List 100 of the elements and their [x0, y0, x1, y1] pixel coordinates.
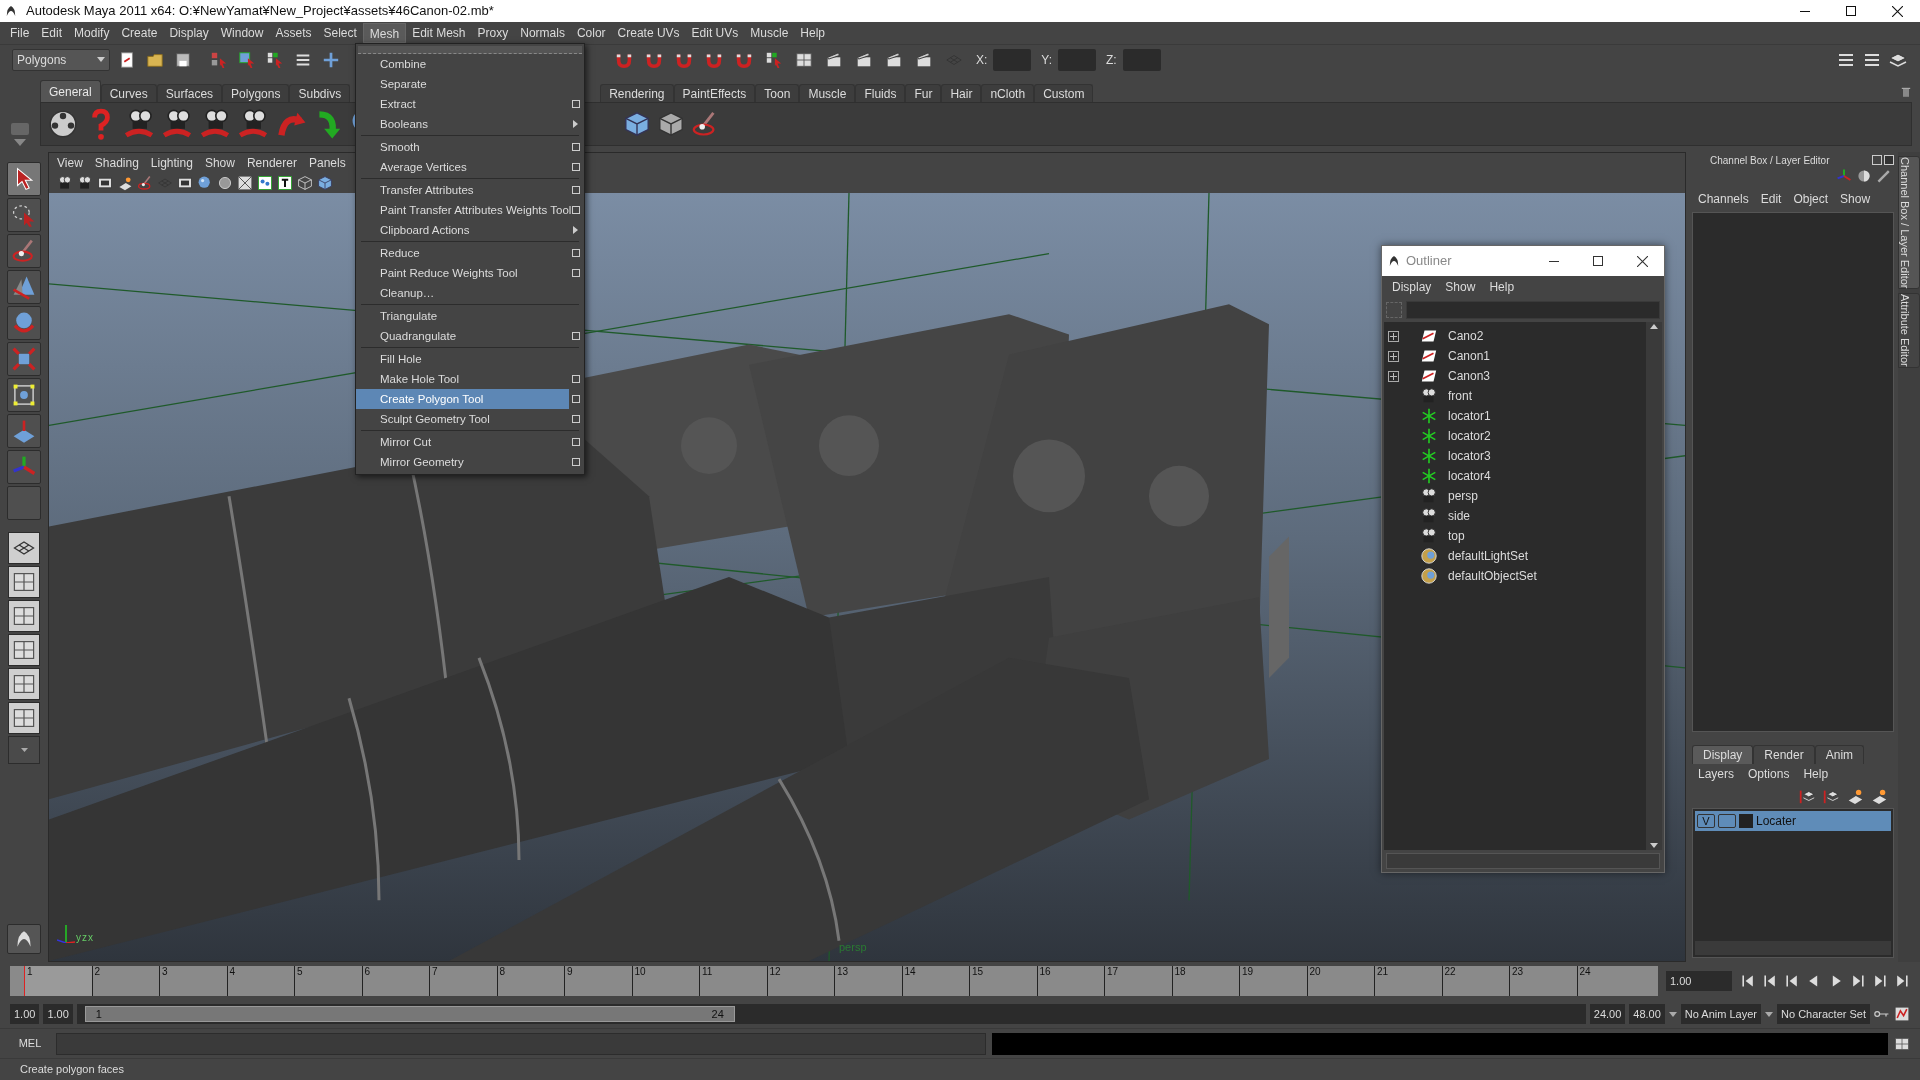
new-layer-selected-icon[interactable]	[1870, 787, 1888, 805]
layer-menu-item[interactable]: Layers	[1698, 765, 1735, 783]
step-back-frame-icon[interactable]	[1784, 973, 1800, 989]
select-tool-button[interactable]	[7, 162, 41, 196]
menu-item[interactable]: Clipboard Actions	[356, 220, 569, 240]
panel-menu-item[interactable]: View	[57, 154, 83, 172]
outliner-item[interactable]: locator4	[1448, 467, 1491, 485]
show-manipulator-button[interactable]	[7, 450, 41, 484]
option-box[interactable]	[572, 186, 580, 194]
menu-item[interactable]: Average Vertices	[356, 157, 569, 177]
option-box[interactable]	[572, 332, 580, 340]
channel-menu-item[interactable]: Channels	[1698, 190, 1749, 208]
panel-menu-item[interactable]: Shading	[94, 154, 139, 172]
wireframe-cube-icon[interactable]	[297, 175, 313, 191]
camera-zoom-icon[interactable]	[237, 108, 269, 140]
shelf-tab[interactable]: Muscle	[799, 84, 856, 102]
outliner-item[interactable]: locator2	[1448, 427, 1491, 445]
scroll-down-icon[interactable]	[1650, 843, 1658, 848]
xray-icon[interactable]	[237, 175, 253, 191]
menu-item[interactable]: Smooth	[356, 137, 569, 157]
shelf-tab[interactable]: Curves	[100, 84, 157, 102]
menu-item[interactable]: Create	[115, 23, 164, 43]
playback-end-field[interactable]: 24.00	[1589, 1004, 1626, 1024]
expand-toggle[interactable]	[1388, 370, 1399, 382]
axes-icon[interactable]	[1836, 168, 1852, 184]
outliner-item[interactable]: defaultObjectSet	[1448, 567, 1537, 585]
lasso-tool-button[interactable]	[7, 198, 41, 232]
camera-move-icon[interactable]	[161, 108, 193, 140]
caret-icon[interactable]	[1765, 1011, 1773, 1017]
search-field[interactable]	[1406, 301, 1660, 319]
shelf-tab[interactable]: General	[40, 80, 101, 102]
ipr-render-icon[interactable]	[855, 50, 873, 69]
current-time-field[interactable]: 1.00	[1666, 971, 1732, 991]
cube-select-icon[interactable]	[623, 110, 651, 138]
shelf-tab[interactable]: Custom	[1034, 84, 1094, 102]
smooth-shade-icon[interactable]	[197, 175, 213, 191]
shaded-cube-icon[interactable]	[657, 110, 685, 138]
paint-select-tool-button[interactable]	[7, 234, 41, 268]
coordinate-field[interactable]	[1058, 48, 1097, 71]
shading-icon[interactable]	[1856, 168, 1872, 184]
mode-dropdown[interactable]: Polygons	[12, 48, 110, 71]
shaded-cube-icon[interactable]	[317, 175, 333, 191]
shelf-tab[interactable]: Subdivs	[289, 84, 351, 102]
graph-editor-layout-button[interactable]	[8, 634, 40, 666]
input-output-icon[interactable]	[765, 50, 783, 69]
horizontal-scrollbar[interactable]	[1386, 853, 1660, 869]
select-hierarchy-icon[interactable]	[210, 50, 228, 69]
menu-item[interactable]: Window	[214, 23, 270, 43]
shelf-tab[interactable]: PaintEffects	[673, 84, 756, 102]
go-to-start-icon[interactable]	[1740, 973, 1756, 989]
menu-item[interactable]: Create UVs	[611, 23, 686, 43]
menu-item[interactable]: Paint Reduce Weights Tool	[356, 263, 569, 283]
close-icon[interactable]	[1891, 5, 1903, 17]
universal-manipulator-button[interactable]	[7, 378, 41, 412]
panel-menu-item[interactable]: Panels	[308, 154, 346, 172]
scroll-up-icon[interactable]	[1650, 324, 1658, 329]
option-box[interactable]	[572, 206, 580, 214]
shelf-tab[interactable]: Polygons	[222, 84, 290, 102]
go-to-end-icon[interactable]	[1894, 973, 1910, 989]
outliner-persp-layout-button[interactable]	[8, 600, 40, 632]
select-object-icon[interactable]	[238, 50, 256, 69]
plus-icon[interactable]	[322, 50, 340, 69]
texture-icon[interactable]	[277, 175, 293, 191]
option-box[interactable]	[572, 438, 580, 446]
menu-item[interactable]: Color	[570, 23, 612, 43]
menu-item[interactable]: Proxy	[471, 23, 515, 43]
outliner-item[interactable]: top	[1448, 527, 1465, 545]
playback-toggle[interactable]	[1718, 814, 1736, 828]
close-icon[interactable]	[1636, 255, 1648, 267]
layer-tab[interactable]: Anim	[1814, 745, 1865, 764]
end-time-field[interactable]: 48.00	[1629, 1004, 1665, 1024]
script-language-label[interactable]: MEL	[10, 1035, 50, 1052]
layer-menu-item[interactable]: Options	[1748, 765, 1790, 783]
panel-menu-item[interactable]: Renderer	[246, 154, 297, 172]
menu-item[interactable]: Booleans	[356, 114, 569, 134]
command-input-field[interactable]	[56, 1032, 986, 1055]
film-gate-icon[interactable]	[177, 175, 193, 191]
outliner-item[interactable]: Cano2	[1448, 327, 1484, 345]
menu-item[interactable]: Extract	[356, 94, 569, 114]
camera-attributes-icon[interactable]	[77, 175, 93, 191]
outliner-menu-item[interactable]: Help	[1489, 278, 1515, 296]
outliner-item[interactable]: persp	[1448, 487, 1479, 505]
outliner-item[interactable]: Canon1	[1448, 347, 1491, 365]
float-panel-icon[interactable]	[1872, 155, 1882, 165]
shelf-tab[interactable]: Fur	[905, 84, 942, 102]
menu-item[interactable]: Transfer Attributes	[356, 180, 569, 200]
shelf-tab[interactable]: Rendering	[600, 84, 674, 102]
menu-item[interactable]: Make Hole Tool	[356, 369, 569, 389]
side-tab[interactable]: Attribute Editor	[1898, 293, 1920, 369]
menu-item[interactable]: Edit	[35, 23, 69, 43]
menu-item[interactable]: Separate	[356, 74, 569, 94]
new-scene-icon[interactable]	[118, 50, 136, 69]
menu-item[interactable]: Display	[163, 23, 215, 43]
outliner-item[interactable]: defaultLightSet	[1448, 547, 1529, 565]
outliner-item[interactable]: Canon3	[1448, 367, 1491, 385]
step-forward-frame-icon[interactable]	[1850, 973, 1866, 989]
expand-toggle[interactable]	[1388, 330, 1399, 342]
option-box[interactable]	[572, 249, 580, 257]
new-layer-icon[interactable]	[1846, 787, 1864, 805]
camera-dolly-icon[interactable]	[199, 108, 231, 140]
